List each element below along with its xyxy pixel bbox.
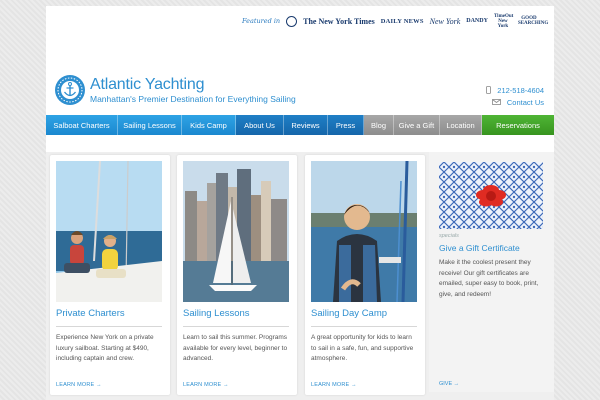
nav-item-location[interactable]: Location	[440, 115, 482, 135]
card-sailing-day-camp[interactable]: Sailing Day Camp A great opportunity for…	[305, 155, 425, 395]
anchor-logo-icon	[55, 75, 85, 105]
private-charters-photo	[56, 161, 162, 302]
press-logo-timeout: TimeOut New York	[493, 13, 514, 29]
card-divider	[56, 326, 162, 327]
card-sailing-lessons[interactable]: Sailing Lessons Learn to sail this summe…	[177, 155, 297, 395]
card-title[interactable]: Sailing Day Camp	[311, 308, 387, 319]
nav-item-sailboat-charters[interactable]: Salboat Charters	[46, 115, 118, 135]
card-title[interactable]: Private Charters	[56, 308, 125, 319]
page: Featured in The New York Times DAILY NEW…	[46, 6, 554, 400]
gift-panel[interactable]: specials Give a Gift Certificate Make it…	[429, 152, 554, 392]
nav-item-reviews[interactable]: Reviews	[284, 115, 328, 135]
sailing-day-camp-photo	[311, 161, 417, 302]
press-logo-new-york: New York	[429, 16, 461, 26]
learn-more-link[interactable]: LEARN MORE →	[183, 382, 229, 388]
card-description: Experience New York on a private luxury …	[56, 334, 154, 362]
nav-item-about-us[interactable]: About Us	[236, 115, 284, 135]
specials-label: specials	[439, 233, 459, 239]
sailing-lessons-photo	[183, 161, 289, 302]
learn-more-link[interactable]: LEARN MORE →	[56, 382, 102, 388]
brand[interactable]: Atlantic Yachting Manhattan's Premier De…	[54, 74, 296, 106]
gift-description: Make it the coolest present they receive…	[439, 259, 539, 298]
gift-wrapping-photo	[439, 162, 543, 229]
phone-number[interactable]: 212-518-4604	[497, 86, 544, 95]
press-logo-good-searching: GOOD SEARCHING	[517, 16, 549, 26]
card-description: A great opportunity for kids to learn to…	[311, 334, 414, 362]
gift-title[interactable]: Give a Gift Certificate	[439, 243, 520, 253]
nav-item-kids-camp[interactable]: Kids Camp	[182, 115, 236, 135]
mail-icon	[491, 99, 501, 105]
card-private-charters[interactable]: Private Charters Experience New York on …	[50, 155, 170, 395]
feature-cards: Private Charters Experience New York on …	[46, 152, 554, 400]
card-divider	[183, 326, 289, 327]
press-strip: Featured in The New York Times DAILY NEW…	[242, 12, 549, 30]
press-logo-daily-news: DAILY NEWS	[380, 17, 424, 25]
give-link[interactable]: GIVE →	[439, 381, 459, 387]
main-nav: Salboat Charters Sailing Lessons Kids Ca…	[46, 115, 554, 135]
press-logo-dandy: DANDY	[466, 18, 488, 24]
nav-item-sailing-lessons[interactable]: Sailing Lessons	[118, 115, 182, 135]
card-description: Learn to sail this summer. Programs avai…	[183, 334, 288, 362]
press-seal-icon	[286, 15, 298, 27]
card-divider	[311, 326, 417, 327]
card-title[interactable]: Sailing Lessons	[183, 308, 250, 319]
nav-item-press[interactable]: Press	[328, 115, 364, 135]
contact-us-link[interactable]: Contact Us	[507, 98, 544, 107]
nav-item-reservations[interactable]: Reservations	[482, 115, 554, 135]
press-logo-nyt: The New York Times	[303, 16, 375, 26]
learn-more-link[interactable]: LEARN MORE →	[311, 382, 357, 388]
brand-tagline: Manhattan's Premier Destination for Ever…	[90, 93, 296, 104]
contact-block: 212-518-4604 Contact Us	[486, 84, 544, 108]
phone-icon	[486, 86, 492, 94]
press-featured-label: Featured in	[242, 17, 281, 25]
nav-item-give-a-gift[interactable]: Give a Gift	[394, 115, 440, 135]
brand-name: Atlantic Yachting	[90, 75, 205, 93]
nav-item-blog[interactable]: Blog	[364, 115, 394, 135]
